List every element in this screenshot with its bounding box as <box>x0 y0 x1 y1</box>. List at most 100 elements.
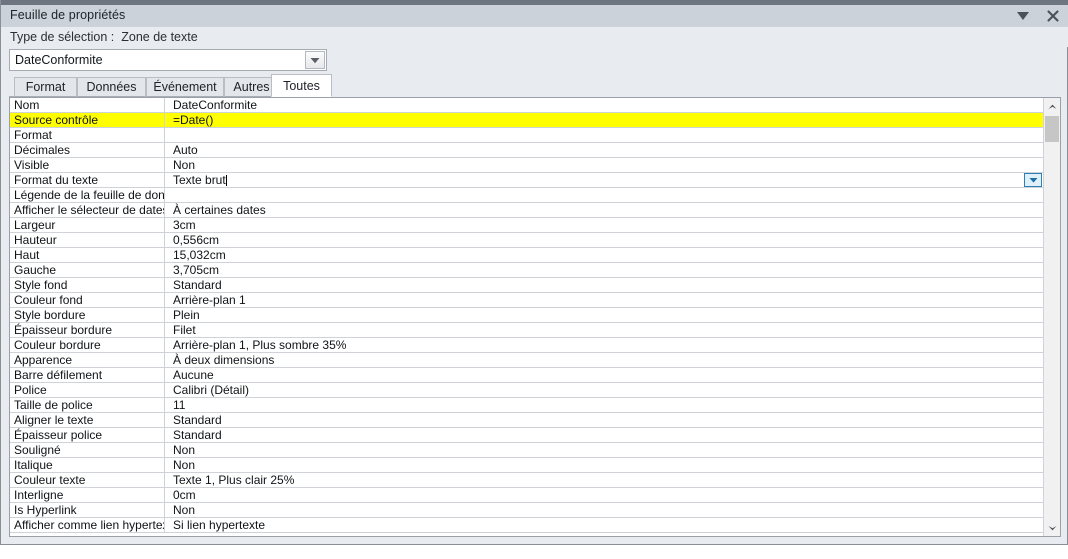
property-row[interactable]: Largeur 3cm <box>10 218 1043 233</box>
property-row[interactable]: Décimales Auto <box>10 143 1043 158</box>
tab-toutes[interactable]: Toutes <box>271 74 332 97</box>
scrollbar-thumb[interactable] <box>1045 116 1059 142</box>
property-value[interactable]: Arrière-plan 1, Plus sombre 35% <box>170 338 1043 352</box>
property-row[interactable]: Taille de police 11 <box>10 398 1043 413</box>
property-row[interactable]: Apparence À deux dimensions <box>10 353 1043 368</box>
property-value[interactable] <box>170 128 1043 142</box>
property-row[interactable]: Style fond Standard <box>10 278 1043 293</box>
property-value[interactable]: Standard <box>170 278 1043 292</box>
property-value[interactable]: Non <box>170 458 1043 472</box>
property-grid: Nom DateConformite Source contrôle =Date() F… <box>9 97 1061 537</box>
collapse-icon[interactable] <box>1013 6 1033 26</box>
property-row[interactable]: Afficher comme lien hypertexte Si lien hy… <box>10 518 1043 533</box>
property-row[interactable]: Hauteur 0,556cm <box>10 233 1043 248</box>
property-row[interactable]: Is Hyperlink Non <box>10 503 1043 518</box>
property-label: Style fond <box>10 278 165 292</box>
property-value[interactable]: 0cm <box>170 488 1043 502</box>
property-row[interactable]: Légende de la feuille de données <box>10 188 1043 203</box>
property-row[interactable]: Épaisseur police Standard <box>10 428 1043 443</box>
property-row[interactable]: Couleur fond Arrière-plan 1 <box>10 293 1043 308</box>
tab-donnees[interactable]: Données <box>77 77 146 97</box>
chevron-up-icon[interactable] <box>1044 98 1060 115</box>
property-label: Is Hyperlink <box>10 503 165 517</box>
tab-format[interactable]: Format <box>14 77 77 97</box>
property-row[interactable]: Barre défilement Aucune <box>10 368 1043 383</box>
property-label: Afficher le sélecteur de dates <box>10 203 165 217</box>
property-value[interactable]: Calibri (Détail) <box>170 383 1043 397</box>
tab-evenement[interactable]: Événement <box>146 77 224 97</box>
property-label: Aligner le texte <box>10 413 165 427</box>
property-row[interactable]: Haut 15,032cm <box>10 248 1043 263</box>
property-value[interactable] <box>170 188 1043 202</box>
property-value[interactable]: DateConformite <box>170 98 1043 112</box>
property-label: Visible <box>10 158 165 172</box>
property-label: Interligne <box>10 488 165 502</box>
property-value[interactable]: Non <box>170 503 1043 517</box>
property-value[interactable]: 15,032cm <box>170 248 1043 262</box>
property-value[interactable]: 11 <box>170 398 1043 412</box>
property-row[interactable]: Souligné Non <box>10 443 1043 458</box>
property-row[interactable]: Épaisseur bordure Filet <box>10 323 1043 338</box>
selection-type-row: Type de sélection : Zone de texte <box>1 27 1068 47</box>
chevron-down-icon[interactable] <box>1044 519 1060 536</box>
property-value[interactable]: Texte brut <box>170 173 1043 187</box>
property-value[interactable]: Non <box>170 443 1043 457</box>
property-row[interactable]: Police Calibri (Détail) <box>10 383 1043 398</box>
property-value[interactable]: Plein <box>170 308 1043 322</box>
property-label: Souligné <box>10 443 165 457</box>
property-label: Épaisseur bordure <box>10 323 165 337</box>
property-sheet-window: Feuille de propriétés Type de sélection … <box>0 0 1068 545</box>
property-label: Barre défilement <box>10 368 165 382</box>
property-label: Gauche <box>10 263 165 277</box>
property-value[interactable]: Si lien hypertexte <box>170 518 1043 532</box>
chevron-down-icon[interactable] <box>1024 173 1042 187</box>
property-value[interactable]: Auto <box>170 143 1043 157</box>
property-row[interactable]: Interligne 0cm <box>10 488 1043 503</box>
property-label: Format du texte <box>10 173 165 187</box>
property-value[interactable]: 0,556cm <box>170 233 1043 247</box>
property-grid-scrollbar[interactable] <box>1043 98 1060 536</box>
property-label: Apparence <box>10 353 165 367</box>
property-value[interactable]: Arrière-plan 1 <box>170 293 1043 307</box>
property-row[interactable]: Couleur texte Texte 1, Plus clair 25% <box>10 473 1043 488</box>
chevron-down-icon[interactable] <box>305 51 325 69</box>
property-row[interactable]: Format du texte Texte brut <box>10 173 1043 188</box>
property-row[interactable]: Nom DateConformite <box>10 98 1043 113</box>
property-tabs: Format Données Événement Autres Toutes <box>9 74 1061 97</box>
property-label: Italique <box>10 458 165 472</box>
property-row[interactable]: Gauche 3,705cm <box>10 263 1043 278</box>
property-label: Haut <box>10 248 165 262</box>
page-footer-background <box>0 545 1068 559</box>
property-row[interactable]: Style bordure Plein <box>10 308 1043 323</box>
property-row[interactable]: Format <box>10 128 1043 143</box>
property-row[interactable]: Aligner le texte Standard <box>10 413 1043 428</box>
property-label: Largeur <box>10 218 165 232</box>
property-value[interactable]: Texte 1, Plus clair 25% <box>170 473 1043 487</box>
property-row[interactable]: Visible Non <box>10 158 1043 173</box>
close-icon[interactable] <box>1043 6 1063 26</box>
property-value[interactable]: =Date() <box>170 113 1043 127</box>
property-value[interactable]: Filet <box>170 323 1043 337</box>
property-value[interactable]: À certaines dates <box>170 203 1043 217</box>
property-label: Afficher comme lien hypertexte <box>10 518 165 532</box>
selection-type-label: Type de sélection : <box>10 30 115 44</box>
property-label: Décimales <box>10 143 165 157</box>
object-selector-combobox[interactable]: DateConformite <box>9 49 327 71</box>
property-value[interactable]: Standard <box>170 413 1043 427</box>
property-label: Hauteur <box>10 233 165 247</box>
property-row[interactable]: Afficher le sélecteur de dates À certaine… <box>10 203 1043 218</box>
property-row[interactable]: Source contrôle =Date() <box>10 113 1043 128</box>
property-label: Nom <box>10 98 165 112</box>
property-label: Style bordure <box>10 308 165 322</box>
title-bar-buttons <box>1013 5 1063 27</box>
selection-type-value: Zone de texte <box>121 30 198 44</box>
property-value[interactable]: 3,705cm <box>170 263 1043 277</box>
property-value[interactable]: 3cm <box>170 218 1043 232</box>
property-value[interactable]: Non <box>170 158 1043 172</box>
property-row[interactable]: Couleur bordure Arrière-plan 1, Plus somb… <box>10 338 1043 353</box>
title-bar: Feuille de propriétés <box>1 5 1068 27</box>
property-value[interactable]: Standard <box>170 428 1043 442</box>
property-value[interactable]: À deux dimensions <box>170 353 1043 367</box>
property-value[interactable]: Aucune <box>170 368 1043 382</box>
property-row[interactable]: Italique Non <box>10 458 1043 473</box>
